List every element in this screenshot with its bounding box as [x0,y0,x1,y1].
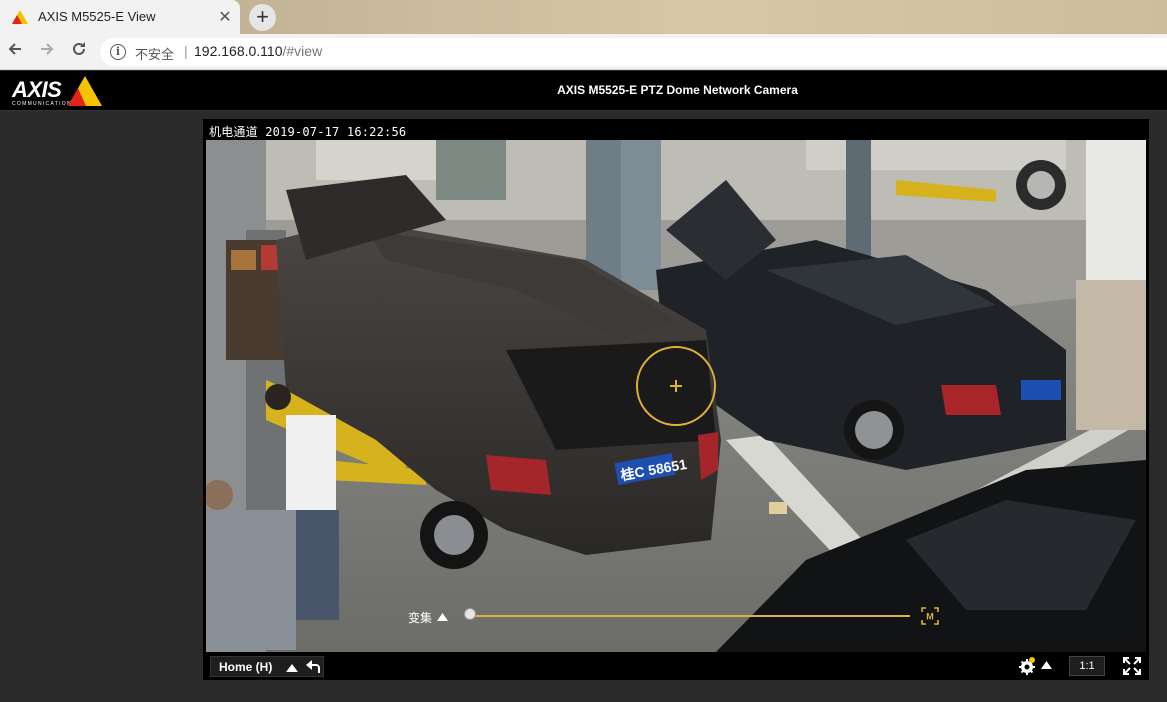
ptz-target-icon[interactable] [634,344,718,428]
zoom-slider-track[interactable] [470,615,910,617]
back-arrow-icon[interactable] [4,40,26,62]
axis-header: AXIS COMMUNICATIONS AXIS M5525-E PTZ Dom… [0,71,1167,111]
zoom-slider-handle[interactable] [464,608,476,620]
address-bar[interactable]: i 不安全 | 192.168.0.110/#view [100,38,1167,66]
aspect-ratio-button[interactable]: 1:1 [1069,656,1105,676]
settings-caret-up-icon[interactable] [1041,661,1052,669]
forward-arrow-icon[interactable] [36,40,58,62]
zoom-caret-up-icon[interactable] [437,613,448,621]
fullscreen-icon[interactable] [1123,657,1141,675]
tab-title: AXIS M5525-E View [38,9,156,24]
camera-title: AXIS M5525-E PTZ Dome Network Camera [557,83,798,97]
url-separator: | [184,43,188,59]
settings-gear-icon[interactable] [1018,657,1036,675]
new-tab-button[interactable]: + [249,4,276,31]
reload-icon[interactable] [68,40,90,62]
axis-logo-subtitle: COMMUNICATIONS [12,101,77,107]
url-path: /#view [282,43,323,59]
svg-text:M: M [926,612,934,622]
live-video-stream[interactable]: 桂C 58651 [206,140,1146,652]
browser-tab-strip: AXIS M5525-E View ✕ + [0,0,1167,34]
tab-close-icon[interactable]: ✕ [216,7,234,27]
security-status: 不安全 [135,47,175,62]
return-home-icon[interactable] [305,660,321,674]
preset-selector[interactable]: Home (H) [210,656,324,677]
video-viewer: 机电通道 2019-07-17 16:22:56 桂C 58651 变集 M H… [203,119,1149,680]
main-area: 机电通道 2019-07-17 16:22:56 桂C 58651 变集 M H… [0,112,1167,702]
preset-caret-up-icon[interactable] [285,662,299,674]
zoom-label: 变集 [408,611,433,625]
browser-toolbar: i 不安全 | 192.168.0.110/#view [0,34,1167,70]
control-bar: Home (H) 1:1 [203,652,1149,680]
browser-tab[interactable]: AXIS M5525-E View ✕ [0,0,240,34]
video-overlay-text: 机电通道 2019-07-17 16:22:56 [209,125,407,139]
preset-label: Home (H) [219,660,273,674]
axis-favicon-icon [12,10,28,24]
info-icon[interactable]: i [110,44,126,60]
manual-focus-icon[interactable]: M [921,607,939,625]
url-text: 192.168.0.110/#view [194,43,322,59]
url-host: 192.168.0.110 [194,43,283,59]
